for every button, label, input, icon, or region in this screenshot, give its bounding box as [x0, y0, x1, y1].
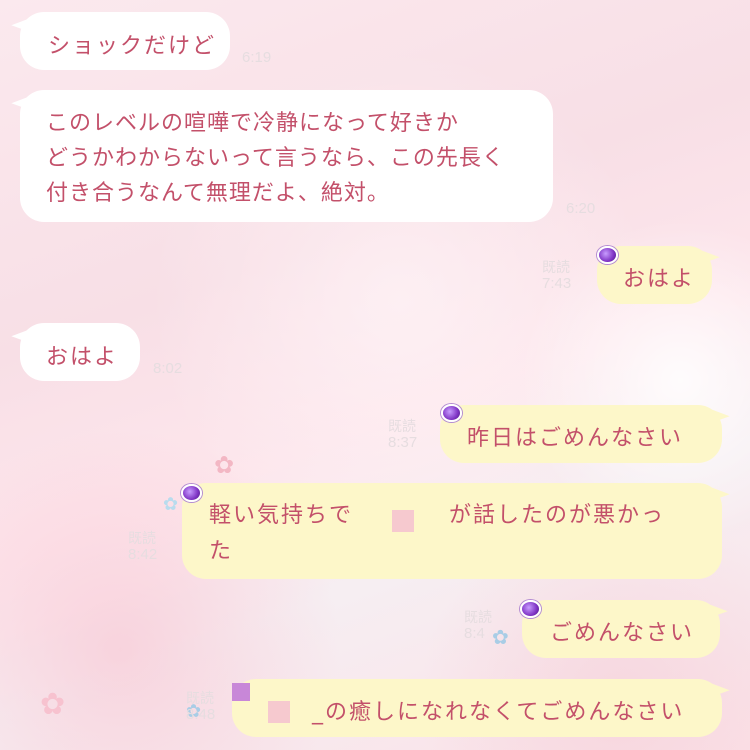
- gem-sticker-icon: [597, 246, 618, 264]
- read-receipt: 既読: [464, 609, 492, 625]
- timestamp-text: 8:42: [128, 546, 158, 564]
- read-receipt: 既読: [388, 418, 416, 434]
- incoming-message-bubble[interactable]: ショックだけど: [11, 12, 230, 70]
- message-read-status: 既読 8:48: [186, 690, 215, 723]
- flower-icon: ✿: [163, 494, 179, 515]
- incoming-message-bubble[interactable]: このレベルの喧嘩で冷静になって好きか どうかわからないって言うなら、この先長く …: [11, 90, 553, 222]
- message-text: おはよ: [46, 345, 119, 370]
- message-text: ショックだけど: [48, 34, 217, 59]
- message-timestamp: 6:20: [566, 200, 595, 217]
- message-read-status: 既読 8:42: [128, 530, 157, 563]
- timestamp-text: 6:19: [242, 49, 272, 66]
- message-read-status: 既読 8:37: [388, 418, 417, 451]
- timestamp-text: 8:4: [464, 625, 485, 643]
- message-timestamp: 8:02: [153, 360, 182, 377]
- message-text: 昨日はごめんなさい: [467, 426, 684, 451]
- redaction-block: [232, 683, 250, 701]
- read-receipt: 既読: [186, 690, 214, 706]
- read-receipt: 既読: [542, 259, 570, 275]
- message-line: どうかわからないって言うなら、この先長く: [46, 146, 505, 171]
- timestamp-text: 7:43: [542, 275, 572, 293]
- message-read-status: 既読 8:4: [464, 609, 492, 642]
- outgoing-message-bubble[interactable]: _の癒しになれなくてごめんなさい: [232, 678, 730, 737]
- message-text: おはよ: [623, 267, 696, 292]
- message-timestamp: 6:19: [242, 49, 271, 66]
- flower-icon: ✿: [492, 625, 509, 649]
- timestamp-text: 8:37: [388, 434, 418, 452]
- gem-sticker-icon: [520, 600, 541, 618]
- timestamp-text: 8:02: [153, 360, 183, 377]
- flower-icon: ✿: [214, 451, 235, 479]
- timestamp-text: 6:20: [566, 200, 596, 217]
- gem-sticker-icon: [441, 404, 462, 422]
- message-line: 付き合うなんて無理だよ、絶対。: [46, 181, 390, 206]
- outgoing-message-bubble[interactable]: ごめんなさい: [522, 599, 728, 658]
- outgoing-message-bubble[interactable]: 昨日はごめんなさい: [440, 404, 730, 463]
- timestamp-text: 8:48: [186, 706, 216, 724]
- message-text: ごめんなさい: [550, 621, 695, 646]
- flower-icon: ✿: [40, 687, 66, 722]
- read-receipt: 既読: [128, 530, 156, 546]
- message-line: た: [209, 539, 234, 564]
- message-text: _の癒しになれなくてごめんなさい: [312, 700, 685, 725]
- outgoing-message-bubble[interactable]: 軽い気持ちで が話したのが悪かっ た: [182, 482, 730, 579]
- message-line: このレベルの喧嘩で冷静になって好きか: [46, 111, 459, 136]
- redaction-block: [392, 510, 414, 532]
- message-text: 軽い気持ちで: [209, 503, 354, 528]
- gem-sticker-icon: [181, 484, 202, 502]
- redaction-block: [268, 701, 290, 723]
- message-line: 軽い気持ちで が話したのが悪かっ: [209, 498, 722, 534]
- incoming-message-bubble[interactable]: おはよ: [11, 323, 140, 381]
- message-text: が話したのが悪かっ: [449, 503, 666, 528]
- message-read-status: 既読 7:43: [542, 259, 571, 292]
